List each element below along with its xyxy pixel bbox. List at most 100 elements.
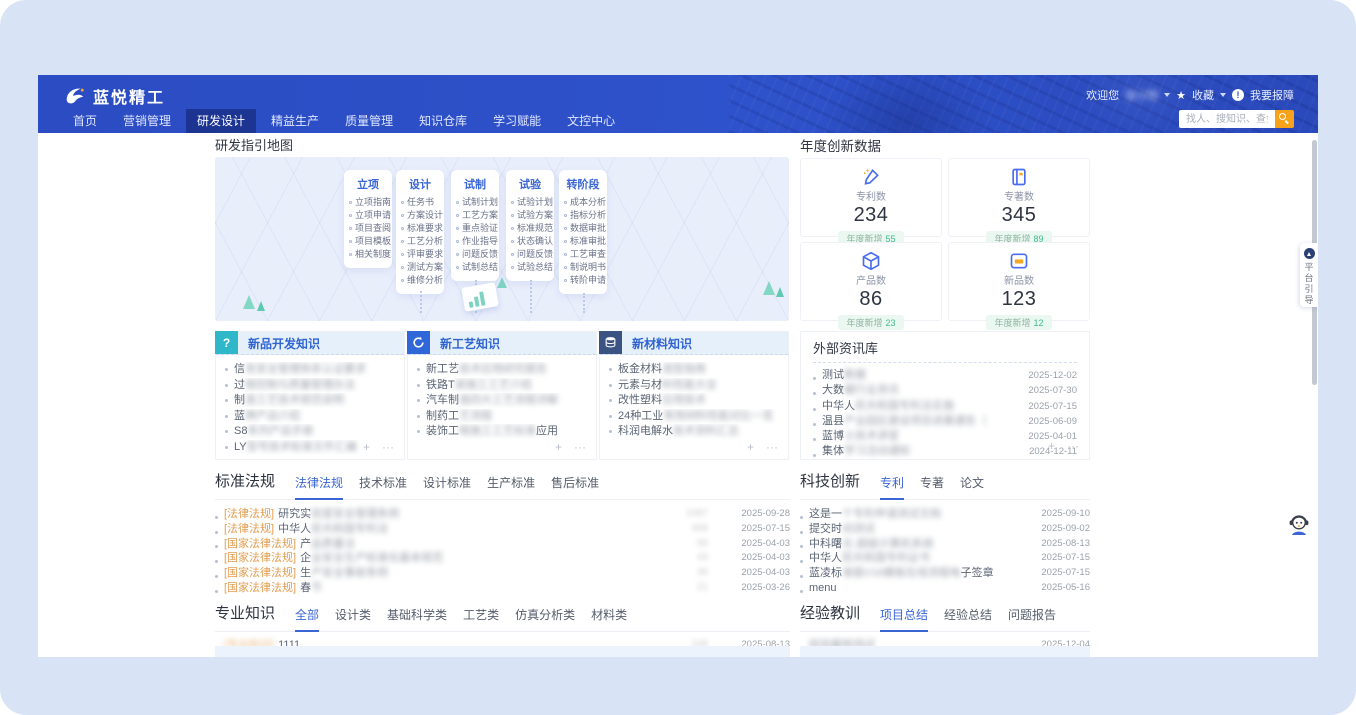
- nav-item-2[interactable]: 研发设计: [186, 109, 256, 133]
- map-item-link[interactable]: 立项指南: [347, 196, 389, 209]
- platform-guide-tab[interactable]: 平台引导: [1300, 243, 1318, 307]
- knowledge-item[interactable]: 蓝牌产品介绍: [225, 409, 394, 425]
- tech-row[interactable]: menu2025-05-16: [800, 581, 1090, 596]
- map-item-link[interactable]: 问题反馈: [509, 248, 551, 261]
- chevron-down-icon[interactable]: [1220, 93, 1226, 97]
- external-item[interactable]: 蓝博士技术讲堂2025-04-01: [813, 429, 1077, 444]
- tab-工艺类[interactable]: 工艺类: [463, 606, 499, 623]
- tech-row[interactable]: 蓝凌标准版V16模板在线流程电子签章2025-07-15: [800, 566, 1090, 581]
- nav-item-7[interactable]: 文控中心: [556, 109, 626, 133]
- more-button[interactable]: ···: [766, 440, 778, 454]
- add-button[interactable]: +: [363, 440, 370, 454]
- user-name[interactable]: 张小悦: [1125, 87, 1158, 103]
- knowledge-item[interactable]: 汽车制造四大工艺流程详解: [417, 393, 586, 409]
- map-item-link[interactable]: 工艺分析: [399, 235, 441, 248]
- map-item-link[interactable]: 测试方案: [399, 261, 441, 274]
- knowledge-item[interactable]: 制药工艺流程: [417, 409, 586, 425]
- map-item-link[interactable]: 立项申请: [347, 209, 389, 222]
- map-item-link[interactable]: 试制总结: [454, 261, 496, 274]
- map-item-link[interactable]: 标准规范: [509, 222, 551, 235]
- more-button[interactable]: ···: [574, 440, 586, 454]
- tab-售后标准[interactable]: 售后标准: [551, 474, 599, 491]
- knowledge-item[interactable]: 装饰工程施工工艺标准应用: [417, 424, 586, 440]
- tab-论文[interactable]: 论文: [960, 474, 984, 491]
- add-button[interactable]: +: [1048, 439, 1055, 453]
- tab-生产标准[interactable]: 生产标准: [487, 474, 535, 491]
- external-item[interactable]: 测试数据2025-12-02: [813, 368, 1077, 383]
- stat-card-专利数[interactable]: 专利数234年度新增55: [800, 158, 942, 237]
- more-button[interactable]: ···: [1067, 439, 1079, 453]
- nav-item-4[interactable]: 质量管理: [334, 109, 404, 133]
- tech-row[interactable]: 提交时间测试2025-09-02: [800, 522, 1090, 537]
- tech-row[interactable]: 中华人民共和国专利证书2025-07-15: [800, 551, 1090, 566]
- map-item-link[interactable]: 试验总结: [509, 261, 551, 274]
- standards-row[interactable]: [国家法律法规]产品质量法562025-04-03: [215, 537, 790, 552]
- external-item[interactable]: 集体学习活动通知2024-12-11: [813, 444, 1077, 459]
- tab-专著[interactable]: 专著: [920, 474, 944, 491]
- nav-item-0[interactable]: 首页: [62, 109, 108, 133]
- map-item-link[interactable]: 制说明书: [562, 261, 604, 274]
- tab-设计类[interactable]: 设计类: [335, 606, 371, 623]
- tab-问题报告[interactable]: 问题报告: [1008, 606, 1056, 623]
- knowledge-item[interactable]: 制造工艺技术规范说明: [225, 393, 394, 409]
- tab-基础科学类[interactable]: 基础科学类: [387, 606, 447, 623]
- map-item-link[interactable]: 成本分析: [562, 196, 604, 209]
- knowledge-item[interactable]: S8系列产品手册: [225, 424, 394, 440]
- map-item-link[interactable]: 重点验证: [454, 222, 496, 235]
- map-item-link[interactable]: 作业指导: [454, 235, 496, 248]
- map-item-link[interactable]: 状态确认: [509, 235, 551, 248]
- knowledge-item[interactable]: 信息安全管理体系认证要求: [225, 362, 394, 378]
- chevron-down-icon[interactable]: [1164, 93, 1170, 97]
- tab-设计标准[interactable]: 设计标准: [423, 474, 471, 491]
- map-item-link[interactable]: 试验计划: [509, 196, 551, 209]
- knowledge-item[interactable]: 科润电解水技术资料汇总: [609, 424, 778, 440]
- stat-card-新品数[interactable]: 新品数123年度新增12: [948, 242, 1090, 321]
- map-item-link[interactable]: 任务书: [399, 196, 441, 209]
- search-button[interactable]: [1275, 110, 1294, 128]
- nav-item-5[interactable]: 知识仓库: [408, 109, 478, 133]
- tab-经验总结[interactable]: 经验总结: [944, 606, 992, 623]
- tab-全部[interactable]: 全部: [295, 606, 319, 623]
- map-item-link[interactable]: 试制计划: [454, 196, 496, 209]
- more-button[interactable]: ···: [382, 440, 394, 454]
- map-item-link[interactable]: 方案设计: [399, 209, 441, 222]
- map-item-link[interactable]: 问题反馈: [454, 248, 496, 261]
- map-item-link[interactable]: 指标分析: [562, 209, 604, 222]
- external-item[interactable]: 中华人民共和国专利法实施2025-07-15: [813, 399, 1077, 414]
- tab-技术标准[interactable]: 技术标准: [359, 474, 407, 491]
- map-item-link[interactable]: 转阶申请: [562, 274, 604, 287]
- assistant-robot-button[interactable]: [1286, 513, 1312, 537]
- knowledge-item[interactable]: 改性塑料应用技术: [609, 393, 778, 409]
- tech-row[interactable]: 中科曙光·超级计算机系统2025-08-13: [800, 537, 1090, 552]
- knowledge-item[interactable]: 24种工业常用材料性能对比一览: [609, 409, 778, 425]
- tech-row[interactable]: 这是一个专利申请测试文档2025-09-10: [800, 507, 1090, 522]
- tab-专利[interactable]: 专利: [880, 474, 904, 491]
- standards-row[interactable]: [国家法律法规]生产安全事故条例392025-04-03: [215, 566, 790, 581]
- add-button[interactable]: +: [555, 440, 562, 454]
- external-item[interactable]: 温县产业园区建设项目进展通告（2025-06-09: [813, 414, 1077, 429]
- tab-材料类[interactable]: 材料类: [591, 606, 627, 623]
- map-item-link[interactable]: 评审要求: [399, 248, 441, 261]
- stat-card-专著数[interactable]: 专著数345年度新增89: [948, 158, 1090, 237]
- map-item-link[interactable]: 数据审批: [562, 222, 604, 235]
- nav-item-3[interactable]: 精益生产: [260, 109, 330, 133]
- add-button[interactable]: +: [747, 440, 754, 454]
- stat-card-产品数[interactable]: 产品数86年度新增23: [800, 242, 942, 321]
- knowledge-item[interactable]: 铁路T梁施工工艺介绍: [417, 378, 586, 394]
- report-issue-link[interactable]: 我要报障: [1250, 87, 1294, 103]
- nav-item-6[interactable]: 学习赋能: [482, 109, 552, 133]
- tab-法律法规[interactable]: 法律法规: [295, 474, 343, 491]
- map-item-link[interactable]: 标准审批: [562, 235, 604, 248]
- knowledge-item[interactable]: 新工艺技术应用研究报告: [417, 362, 586, 378]
- map-item-link[interactable]: 试验方案: [509, 209, 551, 222]
- map-item-link[interactable]: 工艺审查: [562, 248, 604, 261]
- standards-row[interactable]: [国家法律法规]春节212025-03-26: [215, 581, 790, 596]
- standards-row[interactable]: [法律法规]中华人民共和国专利法4682025-07-15: [215, 522, 790, 537]
- map-item-link[interactable]: 标准要求: [399, 222, 441, 235]
- tab-仿真分析类[interactable]: 仿真分析类: [515, 606, 575, 623]
- map-item-link[interactable]: 工艺方案: [454, 209, 496, 222]
- standards-row[interactable]: [法律法规]研究实验室安全管理条例10872025-09-28: [215, 507, 790, 522]
- knowledge-item[interactable]: 元素与材料性能大全: [609, 378, 778, 394]
- tab-项目总结[interactable]: 项目总结: [880, 606, 928, 623]
- external-item[interactable]: 大数据行业资讯2025-07-30: [813, 383, 1077, 398]
